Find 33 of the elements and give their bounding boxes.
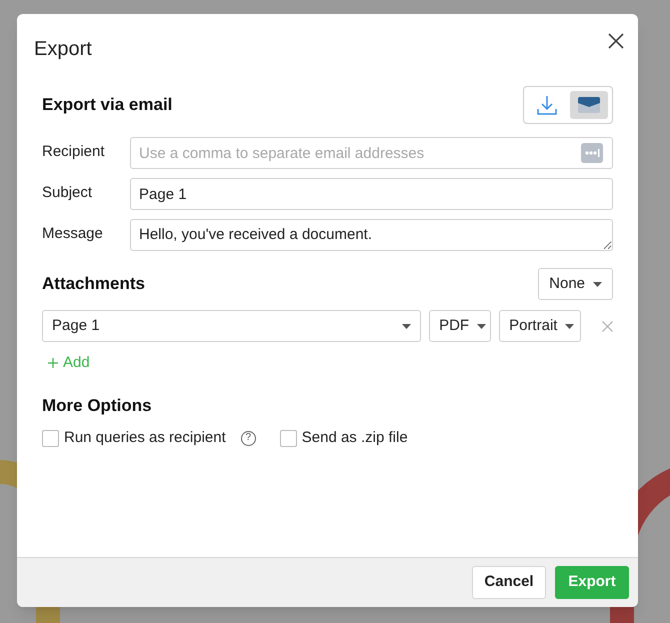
checkbox[interactable] xyxy=(280,430,297,447)
field-label: Subject xyxy=(42,183,94,203)
checkbox-label: Send as .zip file xyxy=(302,428,408,448)
remove-button[interactable] xyxy=(601,320,613,332)
download-icon xyxy=(536,94,558,116)
cancel-button[interactable]: Cancel xyxy=(472,566,546,599)
caret-icon xyxy=(402,324,412,328)
plus-icon xyxy=(48,358,58,368)
close-button[interactable] xyxy=(607,32,625,50)
section-title: Attachments xyxy=(42,273,145,296)
caret-icon xyxy=(477,324,486,328)
envelope-icon xyxy=(578,97,600,113)
orientation-dropdown[interactable]: Portrait xyxy=(499,310,582,342)
close-icon xyxy=(602,320,613,332)
checkbox-label: Run queries as recipient xyxy=(64,428,226,448)
attachment-filter-dropdown[interactable]: None xyxy=(538,268,613,300)
help-icon[interactable]: ? xyxy=(240,430,256,446)
field-label: Message xyxy=(42,224,104,244)
subject-field[interactable]: Page 1 xyxy=(130,178,613,210)
field-label: Recipient xyxy=(42,142,106,162)
message-field[interactable]: Hello, you've received a document. xyxy=(130,219,613,251)
format-dropdown[interactable]: PDF xyxy=(429,310,492,342)
export-mode-button[interactable] xyxy=(570,91,608,119)
caret-icon xyxy=(593,282,602,286)
close-icon xyxy=(608,33,624,49)
section-title: More Options xyxy=(42,394,153,416)
page-dropdown[interactable]: Page 1 xyxy=(42,310,422,342)
caret-icon xyxy=(565,324,574,328)
autofill-icon xyxy=(581,143,603,163)
section-title: Export via email xyxy=(42,94,172,116)
recipient-field[interactable]: Use a comma to separate email addresses xyxy=(130,137,613,169)
dialog-title: Export xyxy=(34,37,92,62)
checkbox[interactable] xyxy=(42,430,59,447)
